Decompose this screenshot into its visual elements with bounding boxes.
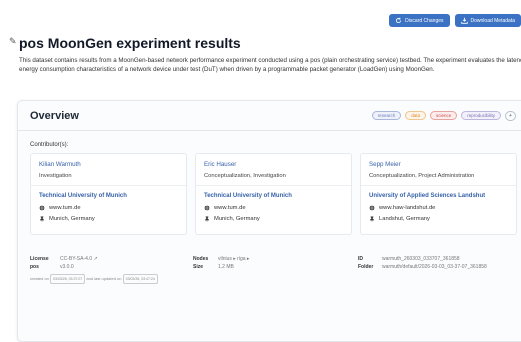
contributor-website: www.tum.de (214, 205, 246, 211)
contributor-website: www.tum.de (49, 205, 81, 211)
folder-key: Folder (358, 264, 374, 270)
tag-science[interactable]: science (429, 111, 458, 120)
overview-title: Overview (30, 109, 79, 122)
nodes-key: Nodes (193, 256, 209, 262)
license-link[interactable]: CC-BY-SA-4.0 ↗ (60, 256, 98, 262)
pos-key: pos (30, 264, 39, 270)
license-pos-block: License CC-BY-SA-4.0 ↗ pos v3.0.0 (30, 255, 98, 271)
edit-pencil-icon[interactable]: ✎ (9, 36, 17, 47)
nodes-size-block: Nodes vilnius ▸ riga ▸ Size 1.2 MB (193, 255, 249, 271)
contributor-website: www.haw-landshut.de (379, 205, 436, 211)
tag-research[interactable]: research (371, 111, 402, 120)
contributor-location: Munich, Germany (49, 216, 95, 222)
page-title: pos MoonGen experiment results (19, 35, 241, 51)
refresh-icon (396, 17, 402, 24)
tag-reproducibility[interactable]: reproducibility (461, 111, 501, 120)
contributor-organization[interactable]: Technical University of Munich (204, 193, 292, 199)
contributor-card: Sepp Meier Conceptualization, Project Ad… (360, 153, 517, 235)
contributors-label: Contributor(s): (30, 142, 69, 148)
contributor-role: Investigation (39, 173, 72, 179)
contributor-location: Landshut, Germany (379, 216, 430, 222)
folder-value: warmuth/default/2026-03-03_03-37-07_3618… (382, 264, 487, 270)
contributor-organization[interactable]: Technical University of Munich (39, 193, 127, 199)
add-tag-button[interactable]: + (505, 110, 516, 121)
timestamps: created on 03/03/26, 03:37:07 and last u… (30, 274, 158, 284)
divider (196, 185, 351, 186)
contributor-location-row: Landshut, Germany (369, 216, 430, 222)
created-prefix: created on (30, 276, 49, 281)
contributor-role: Conceptualization, Investigation (204, 173, 286, 179)
contributor-location-row: Munich, Germany (204, 216, 260, 222)
size-key: Size (193, 264, 204, 270)
divider (31, 185, 186, 186)
discard-changes-button[interactable]: Discard Changes (389, 14, 450, 27)
download-icon (460, 17, 468, 24)
license-key: License (30, 256, 49, 262)
header-actions: Discard Changes Download Metadata (389, 14, 521, 27)
contributor-website-row[interactable]: www.haw-landshut.de (369, 205, 435, 211)
globe-icon (204, 205, 210, 211)
contributor-website-row[interactable]: www.tum.de (204, 205, 246, 211)
download-metadata-button[interactable]: Download Metadata (454, 14, 521, 27)
contributor-name[interactable]: Sepp Meier (369, 161, 401, 168)
discard-changes-label: Discard Changes (405, 17, 444, 24)
download-metadata-label: Download Metadata (470, 17, 515, 24)
divider (361, 185, 516, 186)
size-value: 1.2 MB (218, 264, 234, 270)
overview-header: Overview research data science reproduci… (18, 101, 521, 131)
tag-data[interactable]: data (405, 111, 426, 120)
nodes-list[interactable]: vilnius ▸ riga ▸ (218, 256, 249, 262)
overview-card: Overview research data science reproduci… (17, 100, 521, 342)
pin-icon (205, 216, 209, 222)
globe-icon (39, 205, 45, 211)
contributor-name[interactable]: Kilian Warmuth (39, 161, 81, 168)
contributor-location-row: Munich, Germany (39, 216, 95, 222)
contributor-role: Conceptualization, Project Administratio… (369, 173, 475, 179)
created-date: 03/03/26, 03:37:07 (50, 274, 86, 284)
pos-version: v3.0.0 (60, 264, 74, 270)
id-key: ID (358, 256, 363, 262)
updated-date: 03/03/26, 03:47:24 (122, 274, 158, 284)
tag-list: research data science reproducibility + (371, 110, 521, 121)
contributor-name[interactable]: Eric Hauser (204, 161, 236, 168)
contributor-card: Kilian Warmuth Investigation Technical U… (30, 153, 187, 235)
page-description: This dataset contains results from a Moo… (19, 57, 521, 73)
globe-icon (369, 205, 375, 211)
id-value: warmuth_260303_033707_361858 (382, 256, 460, 262)
updated-prefix: and last updated on (86, 276, 122, 281)
pin-icon (40, 216, 44, 222)
contributor-website-row[interactable]: www.tum.de (39, 205, 81, 211)
contributor-card: Eric Hauser Conceptualization, Investiga… (195, 153, 352, 235)
pin-icon (370, 216, 374, 222)
contributor-location: Munich, Germany (214, 216, 260, 222)
id-folder-block: ID warmuth_260303_033707_361858 Folder war… (358, 255, 487, 271)
contributor-organization[interactable]: University of Applied Sciences Landshut (369, 193, 485, 199)
